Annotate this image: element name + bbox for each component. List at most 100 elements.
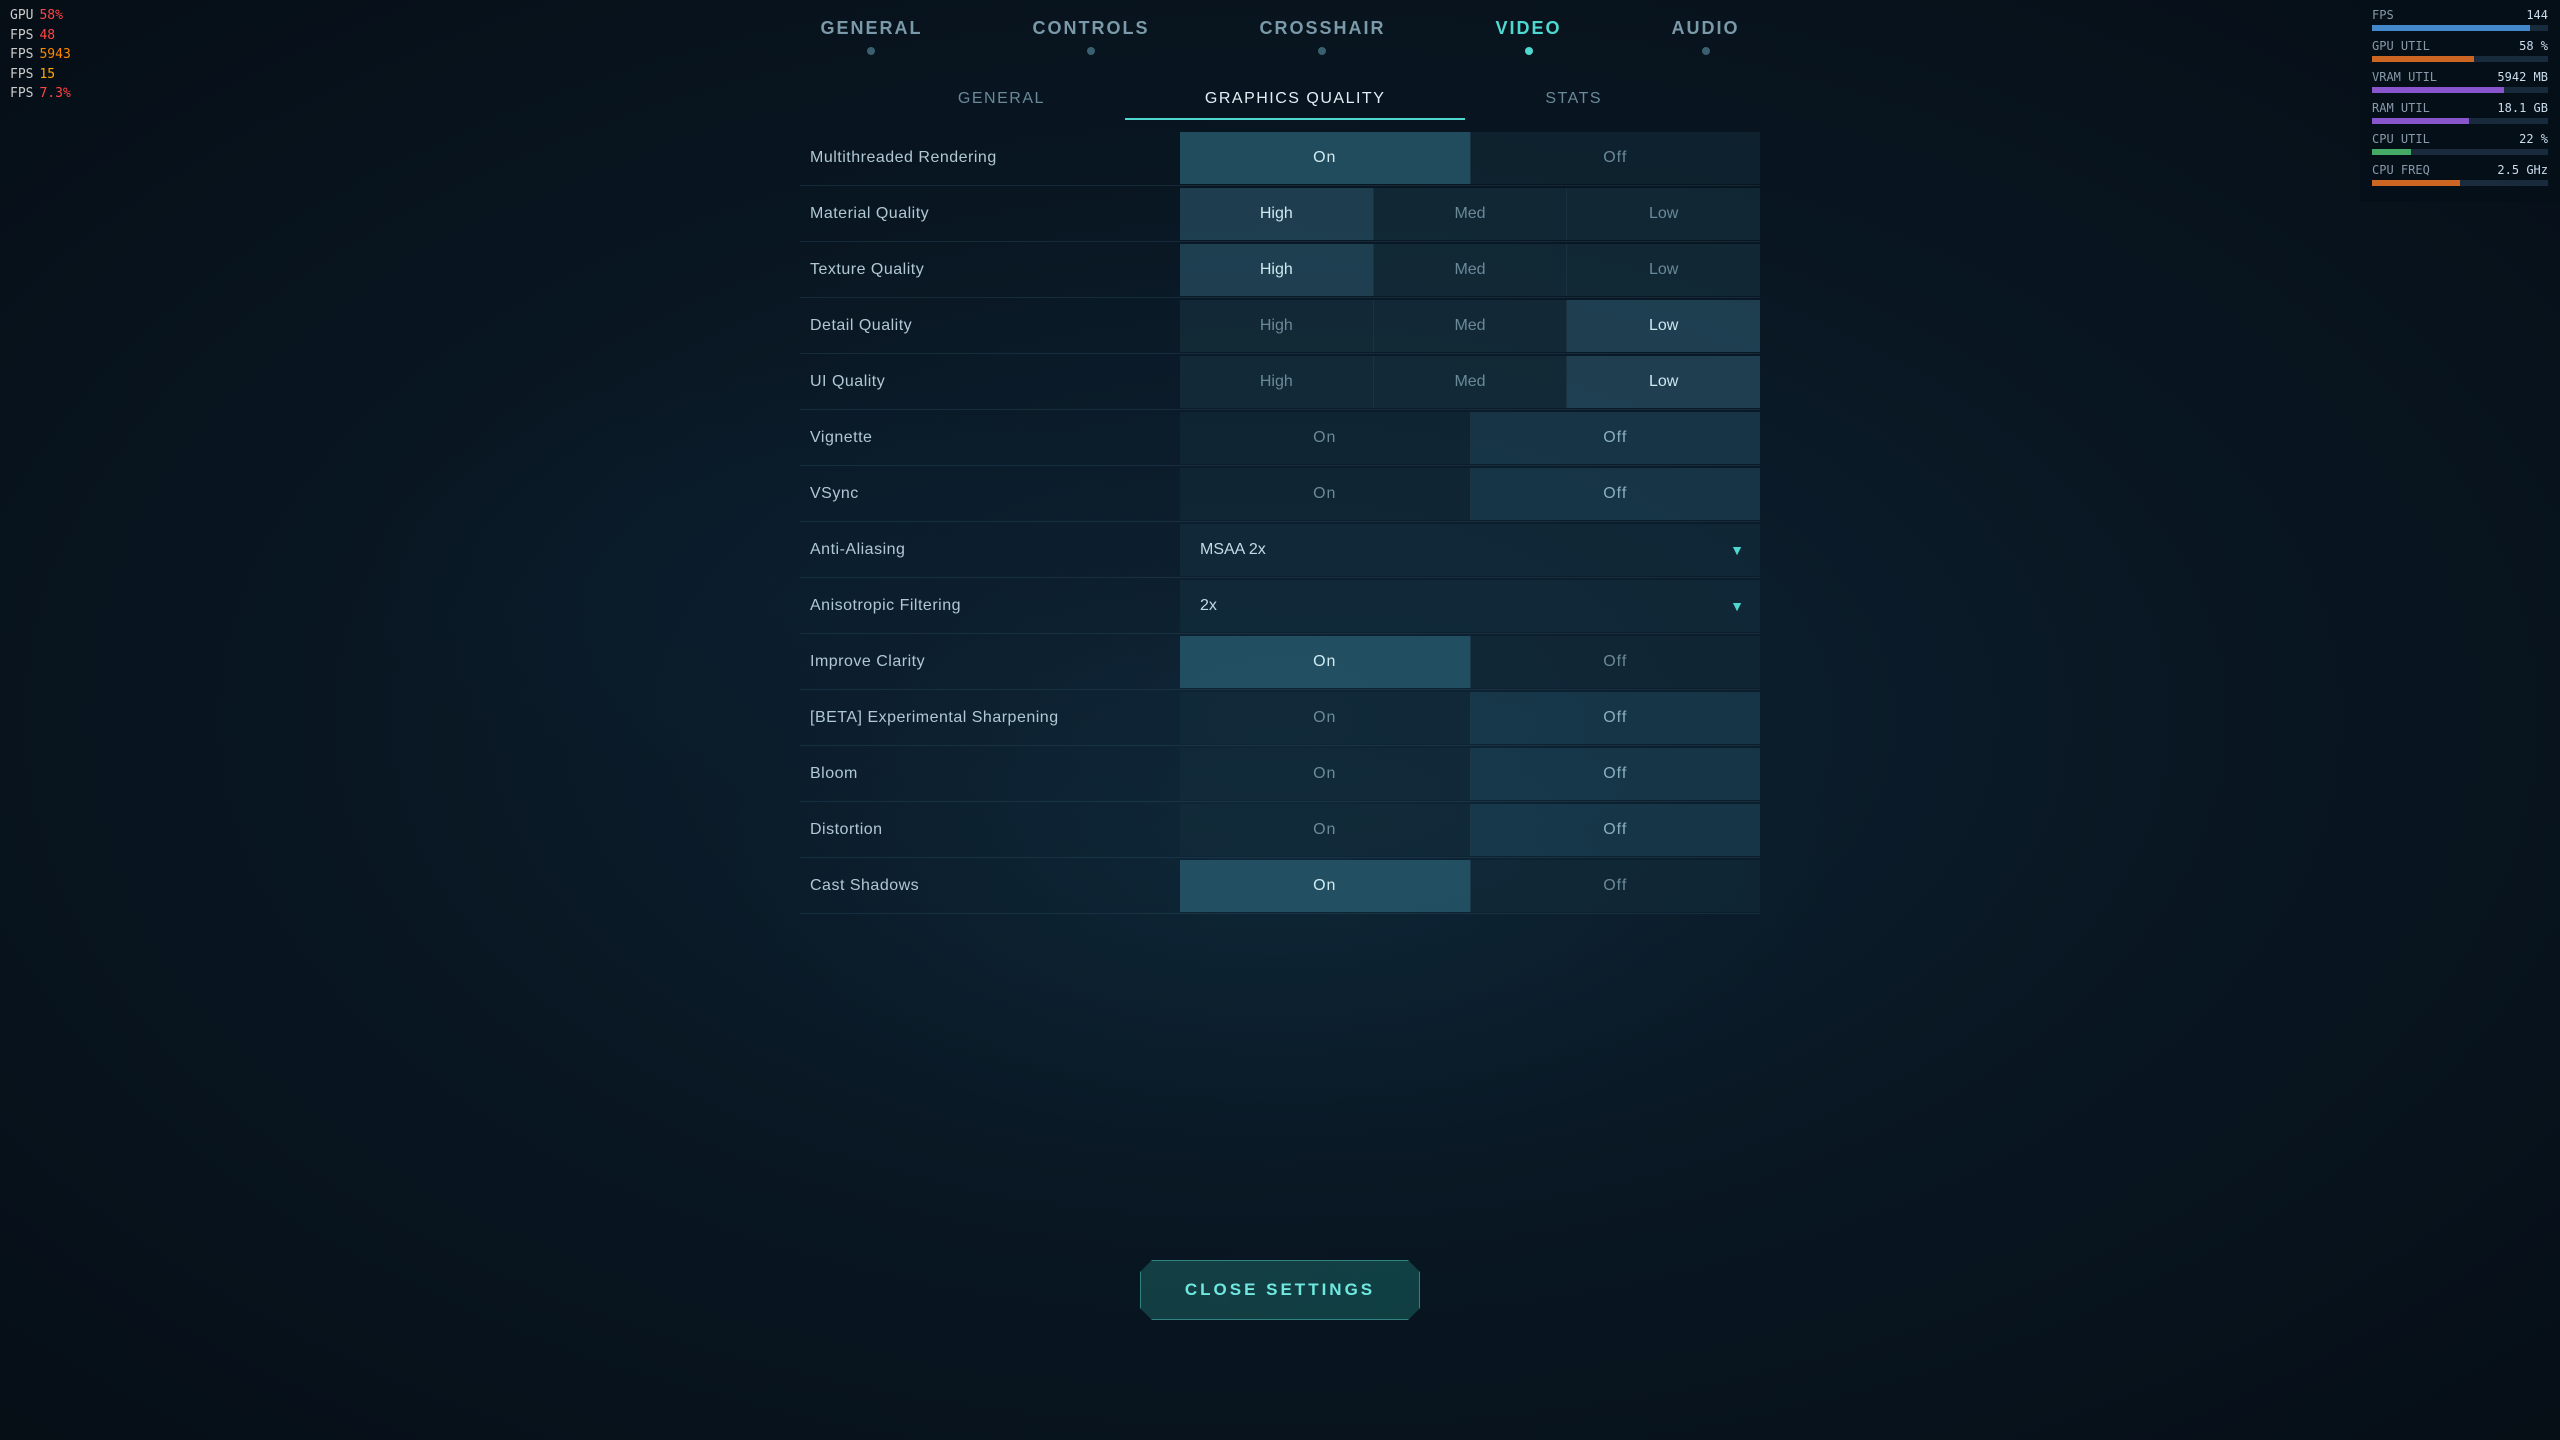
settings-row-3: Detail QualityHighMedLow [800,298,1760,354]
nav-tab-video[interactable]: VIDEO [1441,18,1617,55]
settings-row-0: Multithreaded RenderingOnOff [800,130,1760,186]
nav-tab-video-dot [1525,47,1533,55]
toggle-on-13[interactable]: On [1180,860,1470,912]
three-opt-1-0[interactable]: High [1180,188,1373,240]
top-nav: GENERAL CONTROLS CROSSHAIR VIDEO AUDIO [0,0,2560,55]
toggle-on-12[interactable]: On [1180,804,1470,856]
settings-controls-7: MSAA 2x▼ [1180,524,1760,576]
perf-cpu-freq-label: CPU FREQ [2372,163,2430,177]
settings-controls-13: OnOff [1180,860,1760,912]
toggle-on-0[interactable]: On [1180,132,1470,184]
toggle-on-6[interactable]: On [1180,468,1470,520]
toggle-on-9[interactable]: On [1180,636,1470,688]
settings-controls-11: OnOff [1180,748,1760,800]
settings-row-2: Texture QualityHighMedLow [800,242,1760,298]
settings-controls-9: OnOff [1180,636,1760,688]
settings-row-1: Material QualityHighMedLow [800,186,1760,242]
settings-controls-5: OnOff [1180,412,1760,464]
dropdown-7[interactable]: MSAA 2x▼ [1180,524,1760,576]
settings-row-4: UI QualityHighMedLow [800,354,1760,410]
settings-controls-6: OnOff [1180,468,1760,520]
settings-label-13: Cast Shadows [800,865,1180,907]
settings-row-9: Improve ClarityOnOff [800,634,1760,690]
settings-row-5: VignetteOnOff [800,410,1760,466]
perf-gpu-util-bar [2372,56,2548,62]
settings-label-5: Vignette [800,417,1180,459]
settings-row-11: BloomOnOff [800,746,1760,802]
settings-label-6: VSync [800,473,1180,515]
nav-tab-video-label: VIDEO [1496,18,1562,39]
three-opt-4-2[interactable]: Low [1567,356,1760,408]
three-opt-1-2[interactable]: Low [1567,188,1760,240]
nav-tab-general-dot [867,47,875,55]
perf-cpu-util-row: CPU UTIL 22 % [2372,132,2548,155]
three-opt-1-1[interactable]: Med [1374,188,1567,240]
perf-cpu-util-bar [2372,149,2548,155]
sub-tab-stats[interactable]: STATS [1465,80,1682,120]
three-opt-4-1[interactable]: Med [1374,356,1567,408]
settings-controls-0: OnOff [1180,132,1760,184]
settings-controls-1: HighMedLow [1180,188,1760,240]
perf-cpu-util-val: 22 % [2519,132,2548,146]
three-opt-2-0[interactable]: High [1180,244,1373,296]
settings-controls-8: 2x▼ [1180,580,1760,632]
toggle-on-5[interactable]: On [1180,412,1470,464]
toggle-off-12[interactable]: Off [1471,804,1761,856]
sub-nav: GENERAL GRAPHICS QUALITY STATS [0,80,2560,120]
three-opt-3-1[interactable]: Med [1374,300,1567,352]
sub-tab-graphics-quality[interactable]: GRAPHICS QUALITY [1125,80,1465,120]
toggle-off-13[interactable]: Off [1471,860,1761,912]
settings-row-10: [BETA] Experimental SharpeningOnOff [800,690,1760,746]
settings-controls-4: HighMedLow [1180,356,1760,408]
settings-row-12: DistortionOnOff [800,802,1760,858]
settings-label-8: Anisotropic Filtering [800,585,1180,627]
toggle-off-11[interactable]: Off [1471,748,1761,800]
dropdown-arrow-7: ▼ [1730,542,1744,558]
settings-label-9: Improve Clarity [800,641,1180,683]
nav-tab-controls-dot [1087,47,1095,55]
nav-tab-audio-label: AUDIO [1672,18,1740,39]
perf-cpu-freq-bar [2372,180,2548,186]
toggle-on-10[interactable]: On [1180,692,1470,744]
nav-tab-crosshair-label: CROSSHAIR [1259,18,1385,39]
settings-label-7: Anti-Aliasing [800,529,1180,571]
three-opt-2-1[interactable]: Med [1374,244,1567,296]
three-opt-2-2[interactable]: Low [1567,244,1760,296]
nav-tab-controls[interactable]: CONTROLS [977,18,1204,55]
settings-row-8: Anisotropic Filtering2x▼ [800,578,1760,634]
three-opt-3-0[interactable]: High [1180,300,1373,352]
settings-label-3: Detail Quality [800,305,1180,347]
nav-tab-controls-label: CONTROLS [1032,18,1149,39]
settings-label-0: Multithreaded Rendering [800,137,1180,179]
settings-row-7: Anti-AliasingMSAA 2x▼ [800,522,1760,578]
perf-cpu-util-label: CPU UTIL [2372,132,2430,146]
toggle-on-11[interactable]: On [1180,748,1470,800]
settings-label-12: Distortion [800,809,1180,851]
toggle-off-10[interactable]: Off [1471,692,1761,744]
three-opt-3-2[interactable]: Low [1567,300,1760,352]
toggle-off-5[interactable]: Off [1471,412,1761,464]
settings-container: Multithreaded RenderingOnOffMaterial Qua… [800,130,1760,914]
sub-tab-general[interactable]: GENERAL [878,80,1125,120]
nav-tab-crosshair-dot [1318,47,1326,55]
close-settings-button[interactable]: CLOSE SETTINGS [1140,1260,1420,1320]
settings-label-1: Material Quality [800,193,1180,235]
settings-label-11: Bloom [800,753,1180,795]
toggle-off-9[interactable]: Off [1471,636,1761,688]
nav-tab-audio-dot [1702,47,1710,55]
nav-tab-general-label: GENERAL [820,18,922,39]
toggle-off-6[interactable]: Off [1471,468,1761,520]
three-opt-4-0[interactable]: High [1180,356,1373,408]
settings-label-2: Texture Quality [800,249,1180,291]
settings-controls-3: HighMedLow [1180,300,1760,352]
settings-controls-2: HighMedLow [1180,244,1760,296]
dropdown-8[interactable]: 2x▼ [1180,580,1760,632]
settings-controls-10: OnOff [1180,692,1760,744]
nav-tab-audio[interactable]: AUDIO [1617,18,1795,55]
nav-tab-crosshair[interactable]: CROSSHAIR [1204,18,1440,55]
toggle-off-0[interactable]: Off [1471,132,1761,184]
dropdown-arrow-8: ▼ [1730,598,1744,614]
perf-cpu-freq-val: 2.5 GHz [2497,163,2548,177]
nav-tab-general[interactable]: GENERAL [765,18,977,55]
settings-row-6: VSyncOnOff [800,466,1760,522]
